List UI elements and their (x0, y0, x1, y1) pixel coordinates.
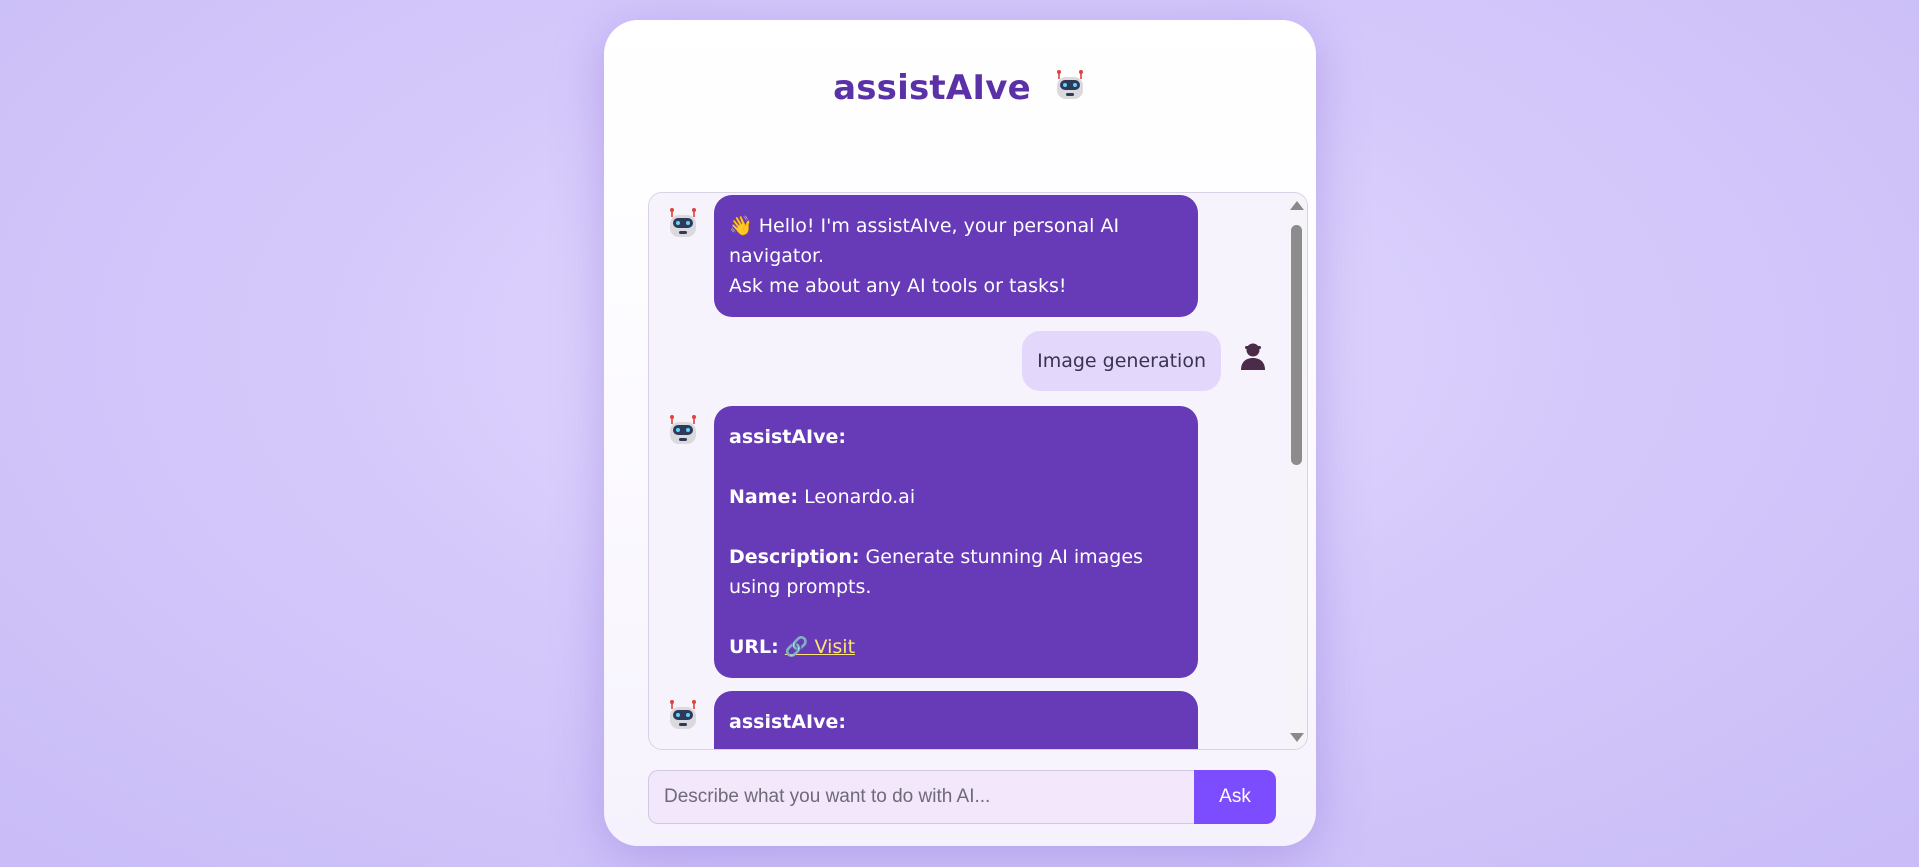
visit-link[interactable]: 🔗 Visit (785, 636, 855, 658)
bot-bubble: assistAIve: Name: Leonardo.ai Descriptio… (714, 406, 1198, 678)
app-title: assistAIve (604, 68, 1316, 112)
robot-icon (666, 414, 700, 448)
robot-icon (1053, 69, 1087, 112)
wave-icon: 👋 (729, 215, 753, 237)
chat-window[interactable]: 👋 Hello! I'm assistAIve, your personal A… (648, 192, 1308, 750)
description-label: Description: (729, 546, 860, 568)
robot-icon (666, 699, 700, 733)
robot-icon (666, 207, 700, 241)
chat-scrollbar[interactable] (1287, 193, 1307, 749)
user-icon (1239, 341, 1267, 371)
chat-card: assistAIve 👋 Hello! I'm assistAIve, your… (604, 20, 1316, 846)
scrollbar-thumb[interactable] (1291, 225, 1302, 465)
ask-input[interactable] (648, 770, 1194, 824)
link-icon: 🔗 (784, 636, 809, 658)
sender-label: assistAIve: (729, 426, 846, 448)
sender-label: assistAIve: (729, 711, 846, 733)
url-label: URL: (729, 636, 779, 658)
bot-message: assistAIve: Name: Leonardo.ai Descriptio… (649, 406, 1287, 678)
greeting-text: Hello! I'm assistAIve, your personal AI … (729, 215, 1120, 267)
chat-messages: 👋 Hello! I'm assistAIve, your personal A… (649, 193, 1287, 749)
ask-form: Ask (648, 770, 1276, 824)
scroll-up-arrow-icon[interactable] (1290, 201, 1304, 210)
bot-bubble: assistAIve: (714, 691, 1198, 749)
scroll-down-arrow-icon[interactable] (1290, 733, 1304, 742)
bot-message: assistAIve: (649, 691, 1287, 749)
greeting-subtext: Ask me about any AI tools or tasks! (729, 275, 1067, 297)
bot-message: 👋 Hello! I'm assistAIve, your personal A… (649, 193, 1287, 317)
user-bubble: Image generation (1022, 331, 1221, 391)
user-message: Image generation (649, 331, 1287, 393)
visit-link-text: Visit (814, 636, 856, 658)
ask-button[interactable]: Ask (1194, 770, 1276, 824)
bot-bubble: 👋 Hello! I'm assistAIve, your personal A… (714, 195, 1198, 317)
tool-name: Leonardo.ai (804, 486, 916, 508)
name-label: Name: (729, 486, 799, 508)
app-title-text: assistAIve (833, 68, 1031, 108)
